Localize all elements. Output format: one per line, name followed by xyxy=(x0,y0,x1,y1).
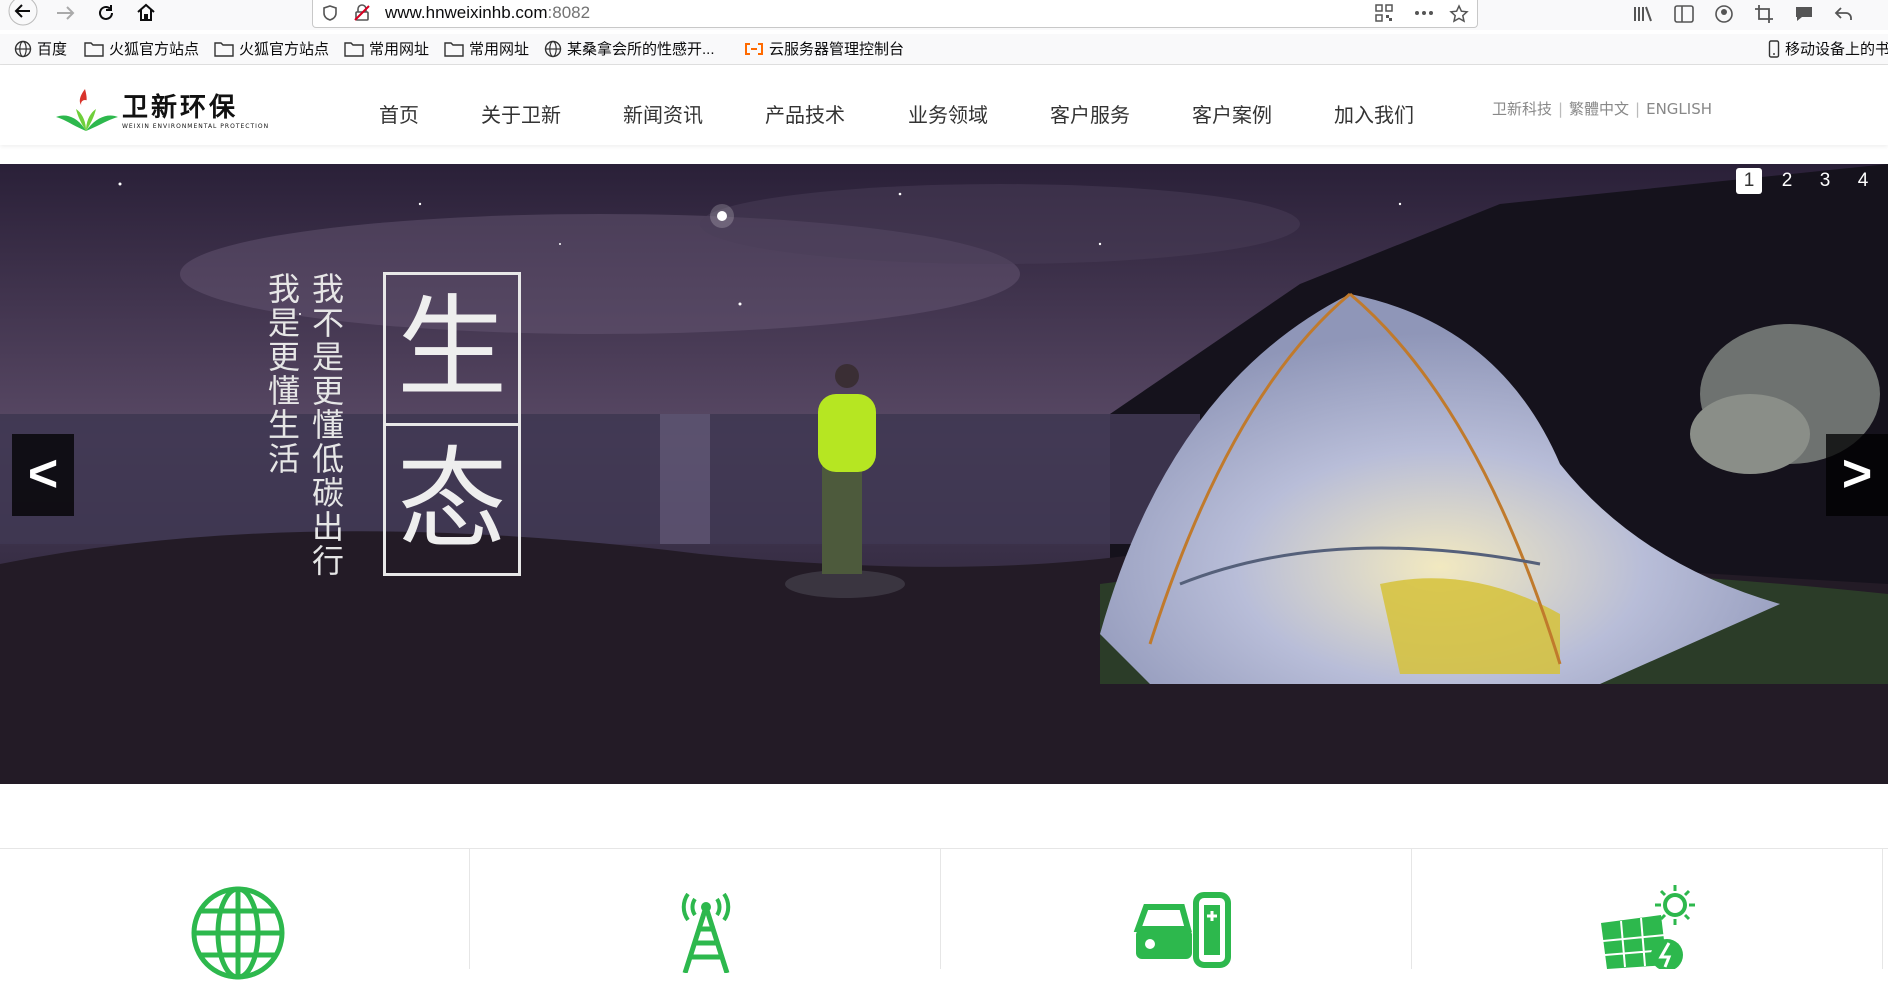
home-icon xyxy=(137,3,155,21)
nav-item-business[interactable]: 业务领域 xyxy=(908,99,988,128)
sidebar-button[interactable] xyxy=(1671,2,1697,26)
nav-item-cases[interactable]: 客户案例 xyxy=(1192,99,1272,128)
globe-icon xyxy=(14,40,32,57)
banner-eco-char-2: 态 xyxy=(397,436,507,564)
service-card-globe[interactable] xyxy=(0,849,470,980)
folder-icon xyxy=(444,41,464,57)
undo-button[interactable] xyxy=(1831,2,1857,26)
insecure-lock-icon xyxy=(354,4,370,21)
site-header: 卫新环保 WEIXIN ENVIRONMENTAL PROTECTION 首页 … xyxy=(0,65,1888,145)
mobile-device-icon xyxy=(1768,39,1780,58)
service-card-tower[interactable] xyxy=(471,849,941,973)
logo-text: 卫新环保 xyxy=(122,93,239,123)
folder-icon xyxy=(344,41,364,57)
crop-icon xyxy=(1755,5,1773,23)
service-card-solar[interactable] xyxy=(1413,849,1883,969)
chat-bubble-icon xyxy=(1796,7,1812,21)
shield-icon xyxy=(323,5,337,21)
url-host: www.hnweixinhb.com xyxy=(385,3,548,22)
language-switcher: 卫新科技 | 繁體中文 | ENGLISH xyxy=(1492,98,1712,119)
lang-link-company[interactable]: 卫新科技 xyxy=(1492,100,1552,118)
more-actions-icon[interactable] xyxy=(1413,4,1435,22)
bookmark-folder[interactable]: 火狐官方站点 xyxy=(214,38,329,59)
bookmark-label: 火狐官方站点 xyxy=(239,41,330,58)
home-button[interactable] xyxy=(131,0,161,26)
mobile-bookmarks[interactable]: 移动设备上的书 xyxy=(1768,38,1888,59)
site-logo[interactable]: 卫新环保 WEIXIN ENVIRONMENTAL PROTECTION xyxy=(52,87,268,135)
folder-icon xyxy=(84,41,104,57)
chat-button[interactable] xyxy=(1791,2,1817,26)
lang-link-english[interactable]: ENGLISH xyxy=(1646,100,1712,118)
bookmark-label: 云服务器管理控制台 xyxy=(769,41,905,58)
url-text[interactable]: www.hnweixinhb.com:8082 xyxy=(385,3,590,23)
bookmark-item[interactable]: 百度 xyxy=(14,38,67,59)
radio-tower-icon xyxy=(681,893,731,973)
browser-toolbar: www.hnweixinhb.com:8082 xyxy=(0,0,1888,30)
reload-icon xyxy=(99,5,113,20)
bookmark-item[interactable]: 某桑拿会所的性感开... xyxy=(544,38,715,59)
bookmark-label: 常用网址 xyxy=(369,41,430,58)
slider-pager: 1 2 3 4 xyxy=(1736,168,1888,194)
library-icon xyxy=(1634,6,1652,22)
bookmark-folder[interactable]: 常用网址 xyxy=(444,38,529,59)
account-icon xyxy=(1715,5,1733,23)
globe-icon xyxy=(544,40,562,57)
aliyun-icon xyxy=(745,42,763,55)
bookmark-label: 百度 xyxy=(37,41,68,58)
banner-eco-divider xyxy=(386,423,518,426)
logo-subtext: WEIXIN ENVIRONMENTAL PROTECTION xyxy=(122,123,270,130)
nav-item-about[interactable]: 关于卫新 xyxy=(481,99,561,128)
service-card-charging[interactable] xyxy=(942,849,1412,969)
url-port: :8082 xyxy=(547,3,591,22)
nav-item-news[interactable]: 新闻资讯 xyxy=(623,99,703,128)
qr-code-icon[interactable] xyxy=(1375,4,1393,22)
forward-arrow-icon xyxy=(57,6,75,20)
bookmark-folder[interactable]: 火狐官方站点 xyxy=(84,38,199,59)
hero-banner: 1 2 3 4 < > 我不是更懂低碳出行 我是更懂生活 生 态 xyxy=(0,164,1888,784)
undo-icon xyxy=(1834,7,1852,20)
slider-page-3[interactable]: 3 xyxy=(1812,168,1838,194)
slider-prev-button[interactable]: < xyxy=(12,434,74,516)
banner-slogan-line-1: 我不是更懂低碳出行 xyxy=(307,272,345,578)
banner-slogan-line-2: 我是更懂生活 xyxy=(263,272,301,476)
folder-icon xyxy=(214,41,234,57)
lang-separator: | xyxy=(1635,100,1641,118)
back-arrow-icon xyxy=(8,0,38,26)
slider-page-1[interactable]: 1 xyxy=(1736,168,1762,194)
charging-station-icon xyxy=(1133,892,1231,968)
lang-separator: | xyxy=(1557,100,1564,118)
service-icons-row xyxy=(0,848,1888,980)
banner-eco-char-1: 生 xyxy=(397,284,507,412)
nav-item-home[interactable]: 首页 xyxy=(379,99,419,128)
bookmark-label: 某桑拿会所的性感开... xyxy=(567,41,715,58)
nav-item-join[interactable]: 加入我们 xyxy=(1334,99,1414,128)
library-button[interactable] xyxy=(1630,2,1656,26)
bookmark-item[interactable]: 云服务器管理控制台 xyxy=(744,38,904,59)
forward-button[interactable] xyxy=(50,0,80,26)
nav-item-service[interactable]: 客户服务 xyxy=(1050,99,1130,128)
logo-leaf-icon xyxy=(56,89,118,131)
solar-panel-icon xyxy=(1601,885,1695,969)
slider-next-button[interactable]: > xyxy=(1826,434,1888,516)
account-button[interactable] xyxy=(1711,2,1737,26)
reload-button[interactable] xyxy=(91,0,121,26)
slider-page-4[interactable]: 4 xyxy=(1850,168,1876,194)
bookmark-star-icon[interactable] xyxy=(1449,4,1469,24)
nav-item-products[interactable]: 产品技术 xyxy=(765,99,845,128)
slider-page-2[interactable]: 2 xyxy=(1774,168,1800,194)
bookmark-label: 常用网址 xyxy=(469,41,530,58)
bookmarks-toolbar: 百度 火狐官方站点 火狐官方站点 常用网址 常用网址 某桑拿会所的性感开... … xyxy=(0,34,1888,65)
mobile-bookmarks-label: 移动设备上的书 xyxy=(1785,41,1888,58)
screenshot-button[interactable] xyxy=(1751,2,1777,26)
sidebar-icon xyxy=(1674,5,1694,23)
lang-link-traditional[interactable]: 繁體中文 xyxy=(1569,100,1629,118)
banner-eco-box: 生 态 xyxy=(383,272,521,576)
url-bar[interactable]: www.hnweixinhb.com:8082 xyxy=(312,0,1478,28)
back-button[interactable] xyxy=(8,0,38,26)
bookmark-label: 火狐官方站点 xyxy=(109,41,200,58)
bookmark-folder[interactable]: 常用网址 xyxy=(344,38,429,59)
globe-icon xyxy=(191,886,285,980)
